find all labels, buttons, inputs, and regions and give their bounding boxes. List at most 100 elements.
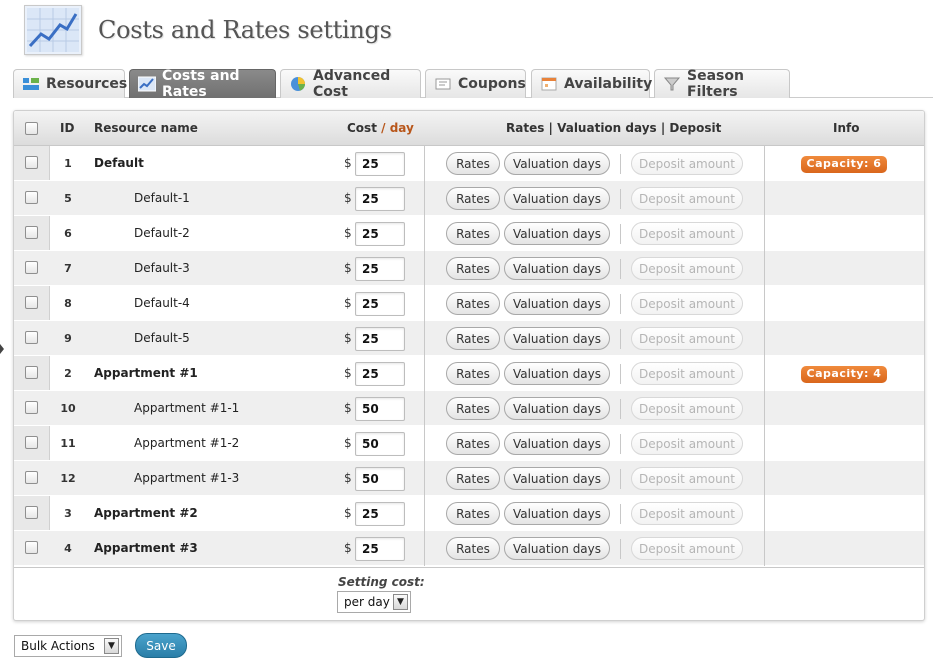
table-row: 2 Appartment #1 $25 Rates Valuation days Depo… [14, 356, 924, 391]
row-checkbox[interactable] [25, 541, 38, 554]
setting-cost-select[interactable]: per day ▼ [337, 591, 411, 613]
deposit-amount-button[interactable]: Deposit amount [631, 187, 743, 210]
row-checkbox[interactable] [25, 401, 38, 414]
valuation-days-button[interactable]: Valuation days [504, 432, 610, 455]
table-row: 11 Appartment #1-2 $50 Rates Valuation days D… [14, 426, 924, 461]
row-checkbox[interactable] [25, 226, 38, 239]
row-checkbox[interactable] [25, 331, 38, 344]
header-id: ID [60, 121, 75, 135]
pie-chart-icon [289, 76, 307, 92]
bulk-actions-select[interactable]: Bulk Actions ▼ [14, 635, 122, 657]
row-checkbox[interactable] [25, 366, 38, 379]
currency-symbol: $ [344, 226, 352, 240]
deposit-amount-button[interactable]: Deposit amount [631, 432, 743, 455]
rates-button[interactable]: Rates [446, 152, 500, 175]
deposit-amount-button[interactable]: Deposit amount [631, 467, 743, 490]
deposit-amount-button[interactable]: Deposit amount [631, 292, 743, 315]
deposit-amount-button[interactable]: Deposit amount [631, 537, 743, 560]
deposit-amount-button[interactable]: Deposit amount [631, 362, 743, 385]
valuation-days-button[interactable]: Valuation days [504, 292, 610, 315]
deposit-amount-button[interactable]: Deposit amount [631, 327, 743, 350]
cost-input[interactable]: 25 [355, 327, 405, 351]
deposit-amount-button[interactable]: Deposit amount [631, 397, 743, 420]
cost-input[interactable]: 50 [355, 397, 405, 421]
deposit-amount-button[interactable]: Deposit amount [631, 152, 743, 175]
rates-button[interactable]: Rates [446, 467, 500, 490]
table-row: 6 Default-2 $25 Rates Valuation days Deposit … [14, 216, 924, 251]
resource-name: Appartment #1 [94, 366, 198, 380]
rates-button[interactable]: Rates [446, 432, 500, 455]
resource-name: Default-3 [134, 261, 190, 275]
table-row: 7 Default-3 $25 Rates Valuation days Deposit … [14, 251, 924, 286]
deposit-amount-button[interactable]: Deposit amount [631, 257, 743, 280]
save-button[interactable]: Save [135, 633, 187, 658]
table-row: 12 Appartment #1-3 $50 Rates Valuation days D… [14, 461, 924, 496]
header-info: Info [833, 121, 860, 135]
currency-symbol: $ [344, 296, 352, 310]
row-checkbox[interactable] [25, 471, 38, 484]
cost-input[interactable]: 50 [355, 467, 405, 491]
rates-button[interactable]: Rates [446, 257, 500, 280]
rates-button[interactable]: Rates [446, 327, 500, 350]
resource-name: Default-2 [134, 226, 190, 240]
rates-button[interactable]: Rates [446, 397, 500, 420]
cost-input[interactable]: 25 [355, 152, 405, 176]
rates-button[interactable]: Rates [446, 362, 500, 385]
button-separator [620, 154, 621, 174]
valuation-days-button[interactable]: Valuation days [504, 327, 610, 350]
row-checkbox[interactable] [25, 296, 38, 309]
valuation-days-button[interactable]: Valuation days [504, 467, 610, 490]
valuation-days-button[interactable]: Valuation days [504, 152, 610, 175]
column-divider [424, 146, 425, 566]
valuation-days-button[interactable]: Valuation days [504, 257, 610, 280]
table-row: 5 Default-1 $25 Rates Valuation days Deposit … [14, 181, 924, 216]
valuation-days-button[interactable]: Valuation days [504, 222, 610, 245]
resize-handle-icon [0, 344, 4, 354]
row-checkbox[interactable] [25, 191, 38, 204]
cost-input[interactable]: 25 [355, 292, 405, 316]
tab-availability[interactable]: Availability [531, 69, 652, 98]
resource-id: 11 [60, 437, 76, 450]
row-checkbox[interactable] [25, 506, 38, 519]
row-checkbox[interactable] [25, 436, 38, 449]
valuation-days-button[interactable]: Valuation days [504, 187, 610, 210]
calendar-icon [540, 76, 558, 92]
tab-season-filters[interactable]: Season Filters [654, 68, 790, 100]
currency-symbol: $ [344, 471, 352, 485]
deposit-amount-button[interactable]: Deposit amount [631, 502, 743, 525]
tab-costs-and-rates[interactable]: Costs and Rates [129, 68, 276, 100]
row-checkbox[interactable] [25, 156, 38, 169]
valuation-days-button[interactable]: Valuation days [504, 502, 610, 525]
tab-coupons[interactable]: Coupons [425, 69, 526, 98]
currency-symbol: $ [344, 331, 352, 345]
rates-button[interactable]: Rates [446, 537, 500, 560]
cost-input[interactable]: 25 [355, 502, 405, 526]
deposit-amount-button[interactable]: Deposit amount [631, 222, 743, 245]
cost-input[interactable]: 25 [355, 537, 405, 561]
cost-input[interactable]: 25 [355, 187, 405, 211]
rates-button[interactable]: Rates [446, 502, 500, 525]
rates-button[interactable]: Rates [446, 222, 500, 245]
valuation-days-button[interactable]: Valuation days [504, 537, 610, 560]
tab-bar: Resources Costs and Rates Advanced Cost … [13, 68, 933, 100]
cost-input[interactable]: 25 [355, 257, 405, 281]
button-separator [620, 189, 621, 209]
button-separator [620, 469, 621, 489]
page-title: Costs and Rates settings [98, 16, 392, 44]
rates-button[interactable]: Rates [446, 187, 500, 210]
resource-name: Appartment #1-1 [134, 401, 240, 415]
select-all-checkbox[interactable] [25, 122, 38, 135]
rates-button[interactable]: Rates [446, 292, 500, 315]
tab-resources[interactable]: Resources [13, 69, 127, 98]
tab-advanced-cost[interactable]: Advanced Cost [280, 68, 421, 100]
currency-symbol: $ [344, 366, 352, 380]
row-checkbox[interactable] [25, 261, 38, 274]
capacity-badge: Capacity: 4 [801, 366, 887, 383]
cost-input[interactable]: 50 [355, 432, 405, 456]
cost-input[interactable]: 25 [355, 362, 405, 386]
currency-symbol: $ [344, 191, 352, 205]
cost-input[interactable]: 25 [355, 222, 405, 246]
resource-id: 3 [64, 507, 72, 520]
valuation-days-button[interactable]: Valuation days [504, 397, 610, 420]
valuation-days-button[interactable]: Valuation days [504, 362, 610, 385]
